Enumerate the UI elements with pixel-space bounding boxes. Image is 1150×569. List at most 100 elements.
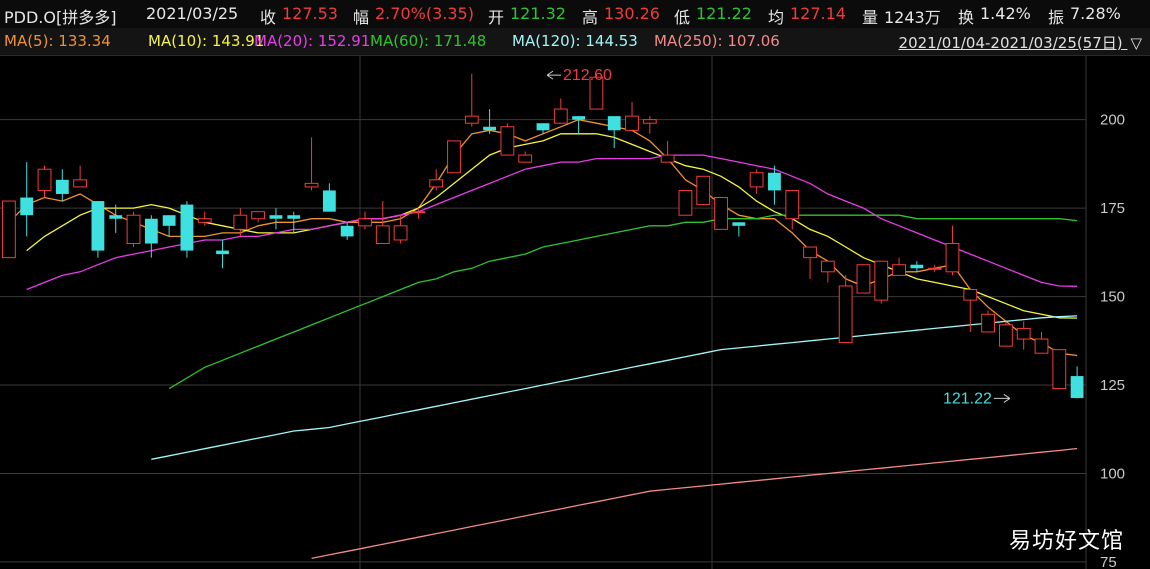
date-range-selector[interactable]: 2021/01/04-2021/03/25(57日) ▽ bbox=[899, 32, 1142, 53]
candle-body-up bbox=[126, 214, 141, 245]
candle bbox=[1052, 349, 1067, 390]
candle-body-up bbox=[411, 211, 426, 214]
y-tick-label: 150 bbox=[1100, 289, 1125, 306]
candle bbox=[251, 211, 266, 223]
candle-body-up bbox=[464, 115, 479, 124]
candle-body-up bbox=[874, 260, 889, 301]
candle bbox=[20, 162, 34, 237]
candle bbox=[838, 275, 853, 344]
candle-body-down bbox=[910, 264, 924, 269]
candle bbox=[874, 260, 889, 304]
candle-body-down bbox=[180, 204, 194, 251]
ma-lines bbox=[8, 119, 1078, 560]
ma-line-ma60 bbox=[168, 214, 1078, 390]
volume-label: 量 bbox=[862, 8, 879, 27]
candle-body-up bbox=[251, 211, 266, 220]
candle bbox=[981, 310, 995, 333]
high-value: 130.26 bbox=[604, 4, 660, 23]
candle bbox=[109, 204, 123, 233]
candles bbox=[1, 73, 1084, 399]
open-value: 121.32 bbox=[510, 4, 566, 23]
close-value: 127.53 bbox=[282, 4, 338, 23]
candle-body-up bbox=[1034, 338, 1049, 354]
candle-body-up bbox=[945, 243, 960, 273]
candle-body-up bbox=[375, 225, 390, 245]
date-range-label[interactable]: 2021/01/04-2021/03/25(57日) bbox=[899, 34, 1123, 52]
turnover-value: 1.42% bbox=[980, 4, 1031, 23]
candle bbox=[216, 239, 229, 269]
candle bbox=[464, 73, 479, 127]
candle bbox=[340, 222, 354, 240]
annotation-high: 212.60 bbox=[563, 67, 612, 84]
quote-header: PDD.O[拼多多] 2021/03/25 收 127.53 幅 2.70%(3… bbox=[0, 0, 1150, 28]
annotation-arrow bbox=[546, 70, 561, 80]
watermark: 易坊好文馆 bbox=[1008, 529, 1124, 554]
change-value: 2.70%(3.35) bbox=[375, 4, 474, 23]
candle bbox=[572, 116, 586, 134]
candle-body-up bbox=[1, 200, 16, 259]
candle bbox=[429, 169, 444, 191]
candle bbox=[642, 116, 657, 134]
candle bbox=[304, 137, 319, 191]
ma10-legend[interactable]: MA(10): 143.91 bbox=[148, 32, 264, 50]
candle bbox=[126, 211, 141, 248]
candle-body-down bbox=[322, 190, 336, 212]
y-tick-label: 175 bbox=[1100, 200, 1125, 217]
ma20-legend[interactable]: MA(20): 152.91 bbox=[254, 32, 370, 50]
candle-body-up bbox=[785, 189, 800, 220]
candle-body-up bbox=[892, 264, 906, 276]
turnover-label: 换 bbox=[958, 8, 975, 27]
ma-line-ma120 bbox=[151, 315, 1078, 460]
change-label: 幅 bbox=[353, 8, 370, 27]
avg-value: 127.14 bbox=[790, 4, 846, 23]
candle-body-up bbox=[856, 264, 871, 294]
ma60-legend[interactable]: MA(60): 171.48 bbox=[370, 32, 486, 50]
candlestick-chart[interactable]: 75 100 125 150 175 200 212.60 121.22 bbox=[0, 56, 1150, 569]
candle-body-up bbox=[393, 225, 408, 241]
annotation-arrow bbox=[993, 393, 1011, 403]
candle bbox=[660, 140, 675, 163]
candle-body-up bbox=[358, 218, 372, 227]
ma250-legend[interactable]: MA(250): 107.06 bbox=[654, 32, 780, 50]
low-value: 121.22 bbox=[696, 4, 752, 23]
candle bbox=[55, 169, 69, 202]
candle-body-up bbox=[820, 260, 835, 273]
candle-body-down bbox=[287, 215, 301, 219]
candle bbox=[37, 165, 52, 198]
candle-body-up bbox=[981, 313, 995, 333]
candle-body-up bbox=[998, 324, 1013, 347]
candle-body-down bbox=[20, 197, 34, 216]
candle-body-down bbox=[91, 201, 105, 251]
candle-body-up bbox=[696, 175, 711, 206]
candle bbox=[749, 169, 764, 194]
candle-body-up bbox=[678, 189, 693, 216]
candle bbox=[856, 264, 871, 294]
candle bbox=[696, 175, 711, 206]
ma-line-ma5 bbox=[8, 119, 1078, 357]
candle-body-up bbox=[304, 182, 319, 188]
candle bbox=[607, 116, 621, 148]
ma120-legend[interactable]: MA(120): 144.53 bbox=[512, 32, 638, 50]
candle bbox=[998, 321, 1013, 347]
candle-body-down bbox=[109, 215, 123, 219]
candle bbox=[162, 215, 176, 237]
y-tick-label: 75 bbox=[1100, 554, 1117, 569]
candle-body-up bbox=[963, 289, 978, 301]
candle-body-up bbox=[838, 285, 853, 344]
amplitude-label: 振 bbox=[1048, 8, 1065, 27]
candle bbox=[714, 197, 728, 230]
candle-body-up bbox=[642, 119, 657, 124]
y-tick-label: 200 bbox=[1100, 112, 1125, 129]
candle bbox=[518, 151, 533, 163]
y-tick-label: 125 bbox=[1100, 377, 1125, 394]
symbol-label[interactable]: PDD.O[拼多多] bbox=[4, 4, 116, 28]
candle-body-up bbox=[1016, 327, 1031, 340]
candle bbox=[785, 189, 800, 230]
triangle-down-icon[interactable]: ▽ bbox=[1130, 34, 1142, 52]
candle bbox=[180, 201, 194, 258]
candle bbox=[678, 189, 693, 216]
candle-body-down bbox=[162, 215, 176, 226]
candle-body-up bbox=[233, 214, 248, 230]
ma5-legend[interactable]: MA(5): 133.34 bbox=[4, 32, 111, 50]
candle-body-up bbox=[1052, 349, 1067, 390]
